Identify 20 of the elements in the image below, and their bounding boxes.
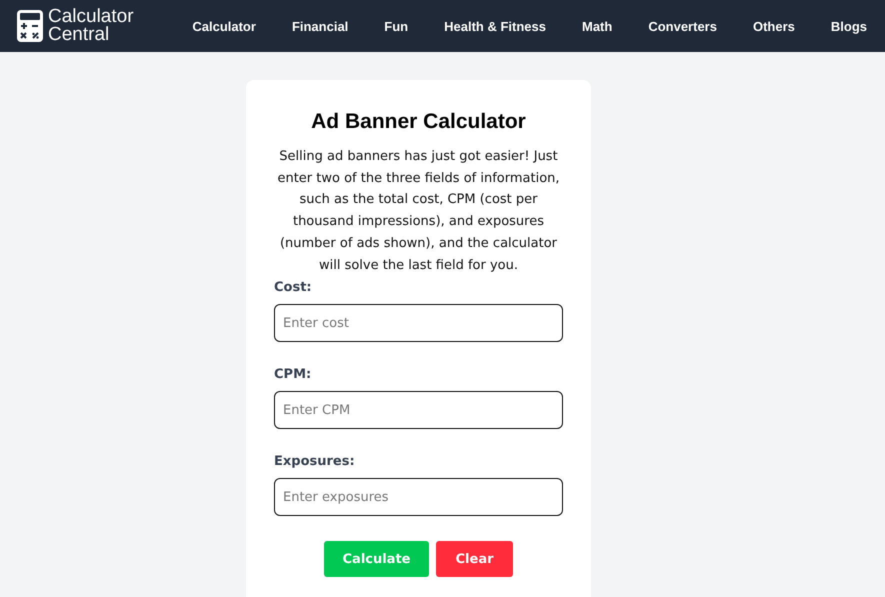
nav-link[interactable]: Blogs — [812, 18, 885, 34]
description: Selling ad banners has just got easier! Just enter two of the three fields of information, such as the total cost, CPM (cost per thousand impressions), and exposures (number of ads shown), and the calculator will solve the last field for you. — [276, 148, 561, 275]
field-label: Cost: — [274, 280, 312, 296]
logo-text[interactable]: Central — [48, 26, 110, 44]
card-title: Ad Banner Calculator — [311, 110, 526, 134]
nav-link[interactable]: Others — [734, 18, 813, 34]
input-field[interactable]: Enter exposures — [274, 478, 563, 516]
field-label: Exposures: — [274, 454, 355, 470]
nav-link[interactable]: Financial — [274, 18, 366, 34]
nav-link[interactable]: Fun — [366, 18, 426, 34]
nav-link[interactable]: Math — [564, 18, 630, 34]
calculator-icon — [16, 9, 44, 43]
logo-text[interactable]: Calculator — [48, 8, 134, 26]
nav-link[interactable]: Calculator — [174, 18, 274, 34]
field-label: CPM: — [274, 367, 312, 384]
nav-link[interactable]: Health & Fitness — [426, 18, 564, 34]
input-field[interactable]: Enter cost — [274, 304, 563, 342]
clear-button[interactable]: Clear — [436, 541, 513, 578]
input-field[interactable]: Enter CPM — [274, 391, 563, 430]
nav-link[interactable]: Converters — [630, 18, 735, 34]
